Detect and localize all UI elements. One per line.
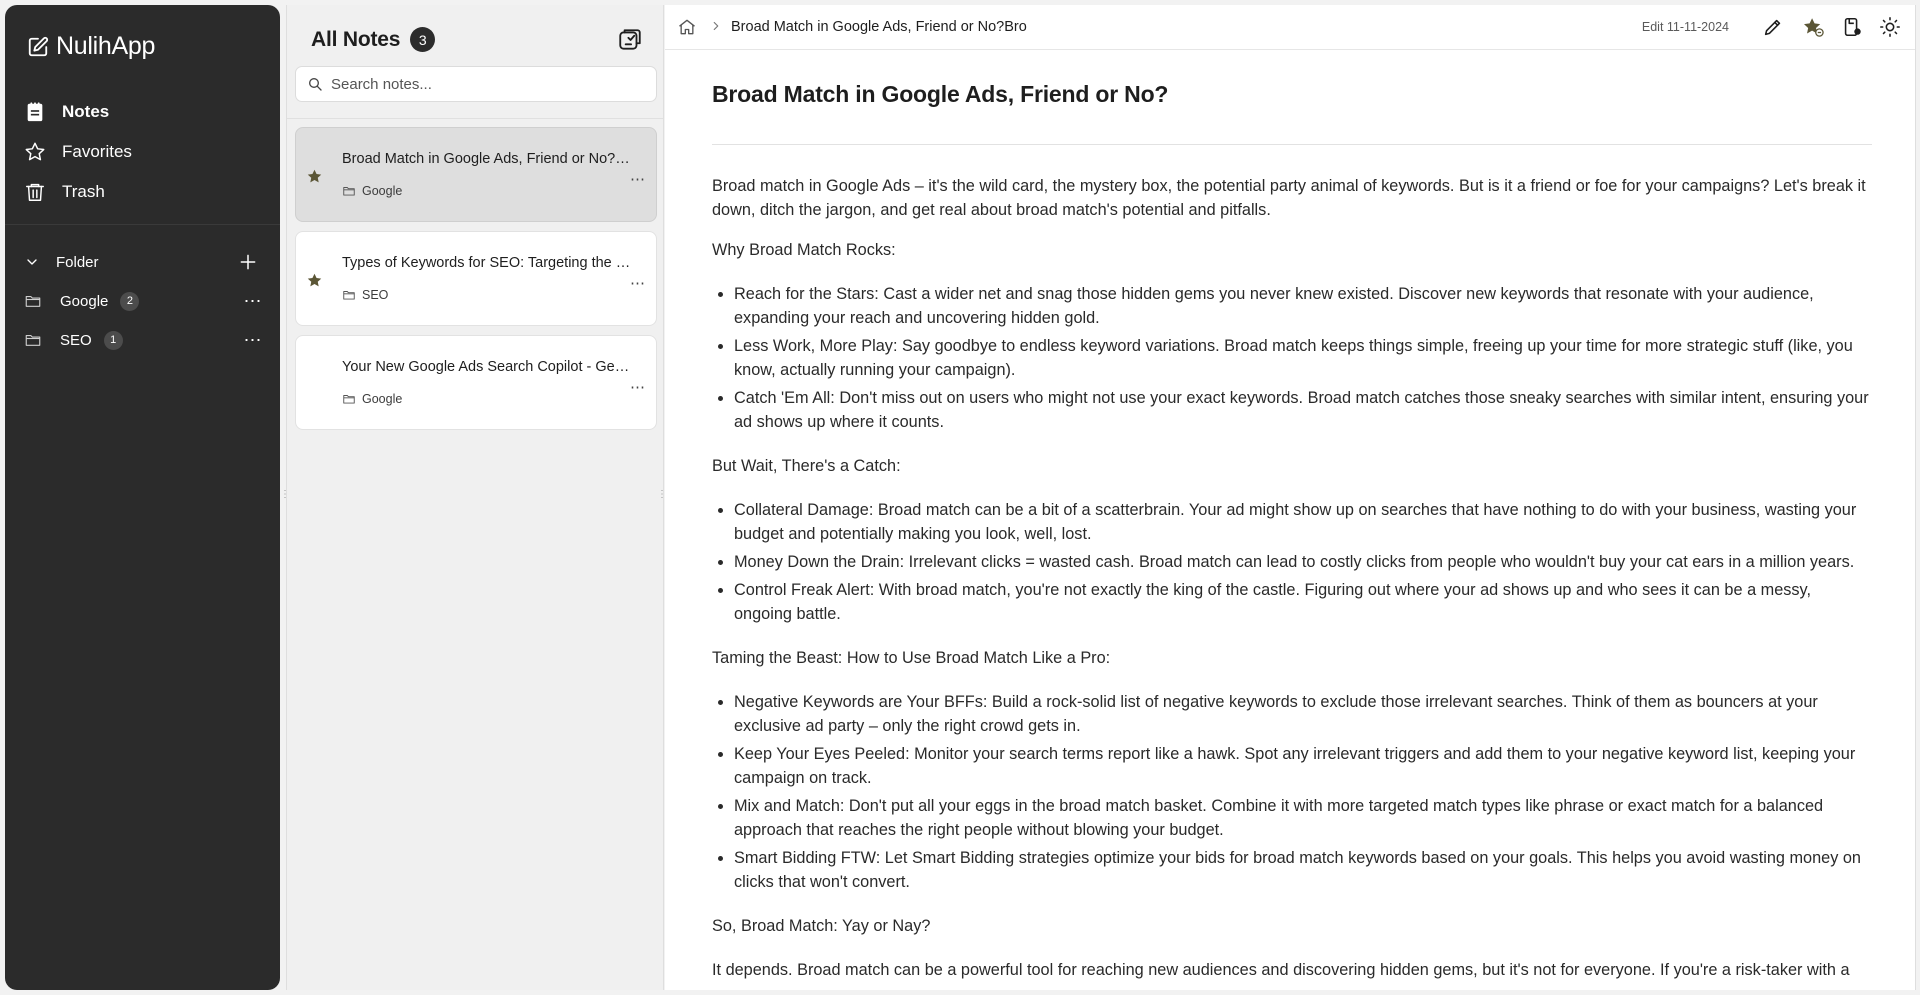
search-icon: [309, 78, 322, 91]
note-title: Types of Keywords for SEO: Targeting the…: [342, 255, 632, 271]
notes-resize-handle[interactable]: ⋮: [657, 490, 667, 508]
theme-toggle-sun-icon[interactable]: [1879, 16, 1901, 38]
nav-item-favorites[interactable]: Favorites: [5, 132, 280, 172]
bullet-item: Catch 'Em All: Don't miss out on users w…: [734, 386, 1872, 434]
folder-icon: [343, 187, 355, 196]
nav-item-notes[interactable]: Notes: [5, 92, 280, 132]
note-more-button[interactable]: ⋯: [630, 170, 646, 188]
list-divider: [287, 118, 663, 119]
search-box: [295, 66, 657, 102]
note-folder-tag: SEO: [342, 288, 388, 302]
bullet-list: Reach for the Stars: Cast a wider net an…: [712, 282, 1872, 434]
bullet-list: Negative Keywords are Your BFFs: Build a…: [712, 690, 1872, 894]
folder-more-button[interactable]: ⋯: [241, 289, 265, 313]
folder-section-header[interactable]: Folder: [5, 249, 280, 275]
search-input[interactable]: [331, 75, 651, 93]
document-title[interactable]: Broad Match in Google Ads, Friend or No?: [712, 81, 1168, 108]
section-heading: Taming the Beast: How to Use Broad Match…: [712, 649, 1111, 667]
note-title: Your New Google Ads Search Copilot - Gem…: [342, 359, 632, 375]
note-folder-name: SEO: [362, 288, 389, 302]
move-to-trash-icon[interactable]: [1841, 16, 1863, 38]
bullet-item: Reach for the Stars: Cast a wider net an…: [734, 282, 1872, 330]
bullet-item: Collateral Damage: Broad match can be a …: [734, 498, 1872, 546]
edit-pencil-icon[interactable]: [1762, 16, 1784, 38]
favorite-star-icon[interactable]: [306, 272, 323, 289]
nav-label-favorites: Favorites: [62, 142, 132, 161]
folder-name: SEO: [60, 331, 92, 349]
editor-content-area[interactable]: Broad Match in Google Ads, Friend or No?…: [665, 51, 1915, 990]
nav-label-trash: Trash: [62, 182, 105, 201]
favorite-star-icon[interactable]: [1802, 16, 1824, 38]
bullet-item: Keep Your Eyes Peeled: Monitor your sear…: [734, 742, 1872, 790]
folder-icon: [25, 295, 41, 307]
note-folder-name: Google: [362, 184, 403, 198]
intro-paragraph: Broad match in Google Ads – it's the wil…: [712, 177, 1866, 219]
bullet-item: Negative Keywords are Your BFFs: Build a…: [734, 690, 1872, 738]
home-icon[interactable]: [677, 17, 697, 37]
nav-item-trash[interactable]: Trash: [5, 172, 280, 212]
folder-icon: [343, 395, 355, 404]
note-list-item[interactable]: Types of Keywords for SEO: Targeting the…: [295, 231, 657, 326]
sidebar: NulihApp Notes Favorites Trash Folder Go…: [5, 5, 280, 990]
bullet-item: Money Down the Drain: Irrelevant clicks …: [734, 550, 1872, 574]
edit-date: Edit 11-11-2024: [1641, 20, 1729, 34]
notes-icon: [27, 102, 43, 122]
app-brand[interactable]: NulihApp: [27, 32, 155, 61]
app-name: NulihApp: [56, 32, 156, 60]
document-body[interactable]: Broad match in Google Ads – it's the wil…: [712, 174, 1872, 990]
section-heading: So, Broad Match: Yay or Nay?: [712, 917, 931, 935]
main-nav: Notes Favorites Trash: [5, 92, 280, 212]
notes-list-title: All Notes: [311, 27, 401, 51]
bullet-item: Less Work, More Play: Say goodbye to end…: [734, 334, 1872, 382]
note-list-item[interactable]: Broad Match in Google Ads, Friend or No?…: [295, 127, 657, 222]
section-heading: Why Broad Match Rocks:: [712, 241, 896, 259]
section-heading: But Wait, There's a Catch:: [712, 457, 901, 475]
folder-item-google[interactable]: Google 2 ⋯: [5, 288, 280, 314]
breadcrumb-note-title[interactable]: Broad Match in Google Ads, Friend or No?…: [731, 19, 1027, 35]
closing-paragraph: It depends. Broad match can be a powerfu…: [712, 961, 1850, 979]
note-list-item[interactable]: Your New Google Ads Search Copilot - Gem…: [295, 335, 657, 430]
note-more-button[interactable]: ⋯: [630, 274, 646, 292]
folder-count-badge: 2: [120, 291, 140, 311]
folder-count-badge: 1: [103, 330, 123, 350]
note-folder-tag: Google: [342, 392, 402, 406]
notes-count-badge: 3: [410, 27, 436, 52]
title-divider: [712, 144, 1872, 145]
folder-icon: [25, 334, 41, 346]
bullet-item: Smart Bidding FTW: Let Smart Bidding str…: [734, 846, 1872, 894]
new-note-icon[interactable]: [617, 27, 643, 53]
note-editor: Broad Match in Google Ads, Friend or No?…: [665, 5, 1916, 990]
bullet-item: Control Freak Alert: With broad match, y…: [734, 578, 1872, 626]
favorite-star-icon[interactable]: [306, 168, 323, 185]
folder-name: Google: [60, 292, 109, 310]
sidebar-divider: [5, 224, 280, 225]
chevron-right-icon: [713, 21, 719, 31]
star-outline-icon: [25, 142, 45, 161]
folder-more-button[interactable]: ⋯: [241, 328, 265, 352]
folder-heading: Folder: [56, 253, 99, 271]
notes-list-pane: All Notes 3 Broad Match in Google Ads, F…: [286, 5, 664, 990]
folder-item-seo[interactable]: SEO 1 ⋯: [5, 327, 280, 353]
edit-note-icon: [28, 36, 49, 56]
note-folder-name: Google: [362, 392, 403, 406]
bullet-list: Collateral Damage: Broad match can be a …: [712, 498, 1872, 626]
trash-icon: [26, 183, 44, 201]
notes-header: All Notes 3: [311, 27, 436, 52]
add-folder-icon[interactable]: [238, 252, 258, 272]
bullet-item: Mix and Match: Don't put all your eggs i…: [734, 794, 1872, 842]
chevron-down-icon: [27, 259, 37, 265]
note-title: Broad Match in Google Ads, Friend or No?…: [342, 151, 632, 167]
editor-toolbar: Broad Match in Google Ads, Friend or No?…: [665, 5, 1915, 50]
note-more-button[interactable]: ⋯: [630, 378, 646, 396]
nav-label-notes: Notes: [62, 102, 110, 121]
folder-icon: [343, 291, 355, 300]
note-folder-tag: Google: [342, 184, 402, 198]
